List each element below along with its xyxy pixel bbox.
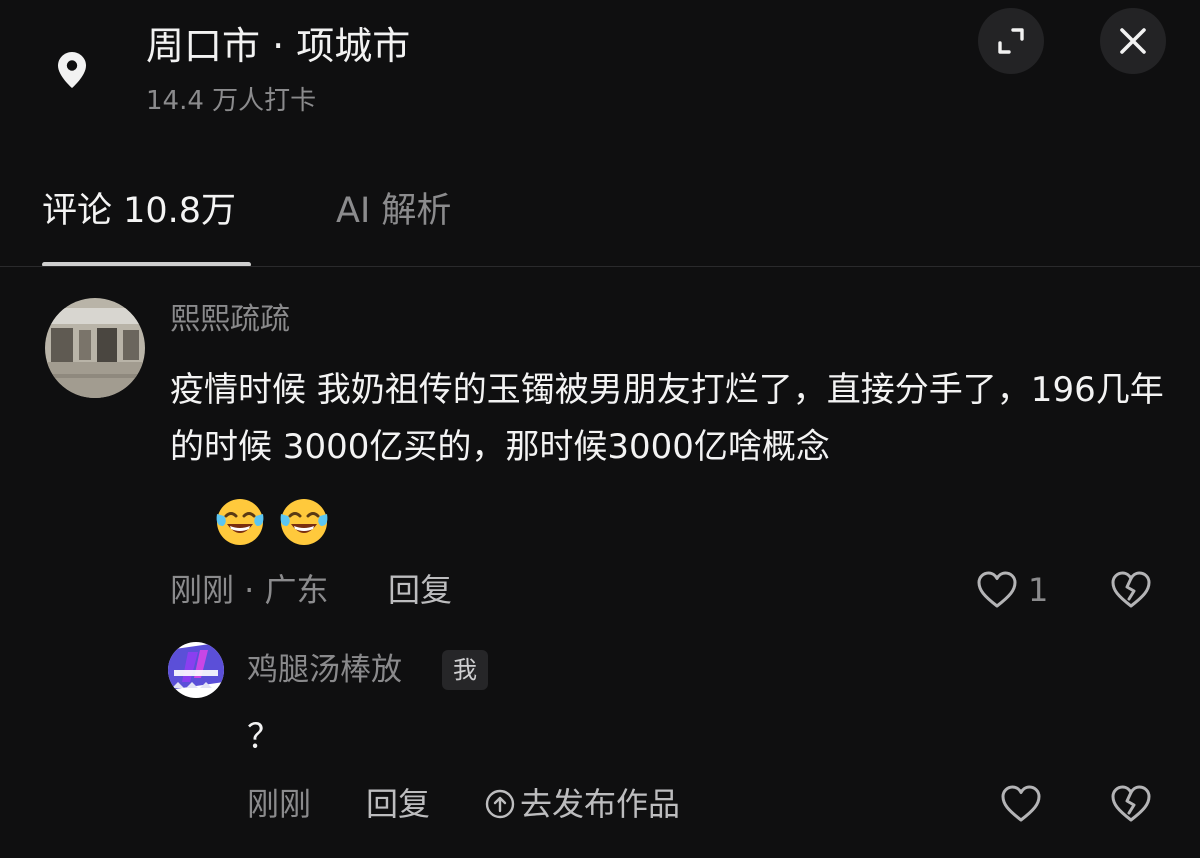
location-pin-icon — [50, 48, 94, 92]
reply-button[interactable]: 回复 — [388, 568, 452, 612]
comment-emojis — [214, 496, 330, 548]
reply-username[interactable]: 鸡腿汤棒放 — [247, 650, 402, 690]
comment-username[interactable]: 熙熙疏疏 — [170, 300, 290, 340]
avatar[interactable] — [45, 298, 145, 398]
reply-time: 刚刚 — [247, 785, 312, 823]
comment-time-location: 刚刚 · 广东 — [170, 571, 329, 609]
broken-heart-icon[interactable] — [1108, 781, 1154, 827]
reply-text: ？ — [247, 717, 281, 757]
expand-button[interactable] — [978, 8, 1044, 74]
close-button[interactable] — [1100, 8, 1166, 74]
upload-circle-icon — [485, 789, 515, 819]
close-icon — [1120, 28, 1146, 54]
broken-heart-icon[interactable] — [1108, 567, 1154, 613]
location-title[interactable]: 周口市 · 项城市 — [146, 24, 410, 68]
crying-laughing-emoji-icon — [280, 499, 328, 545]
me-badge: 我 — [442, 650, 488, 690]
publish-work-button[interactable]: 去发布作品 — [484, 782, 680, 826]
checkin-count: 14.4 万人打卡 — [146, 86, 317, 116]
like-count: 1 — [1028, 571, 1049, 609]
crying-laughing-emoji-icon — [216, 499, 264, 545]
reply-avatar[interactable] — [168, 642, 224, 698]
reply-reply-button[interactable]: 回复 — [366, 782, 430, 826]
publish-work-label: 去发布作品 — [520, 785, 681, 823]
comment-text: 疫情时候 我奶祖传的玉镯被男朋友打烂了，直接分手了，196几年的时候 3000亿… — [170, 370, 1164, 467]
expand-icon — [998, 28, 1024, 54]
tab-ai-analysis[interactable]: AI 解析 — [336, 188, 451, 234]
tab-comments[interactable]: 评论 10.8万 — [42, 188, 236, 234]
heart-icon[interactable] — [974, 567, 1020, 613]
tabs-divider — [0, 266, 1200, 267]
heart-icon[interactable] — [998, 781, 1044, 827]
